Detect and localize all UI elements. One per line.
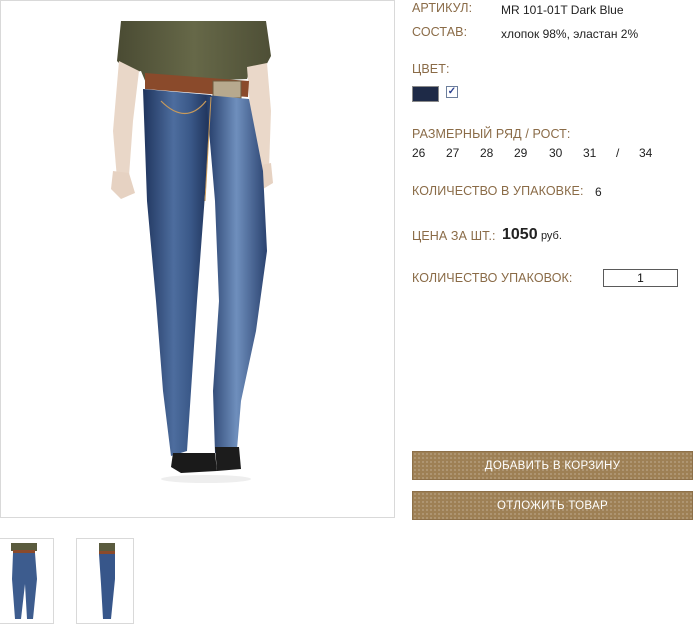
pack-qty-label: КОЛИЧЕСТВО В УПАКОВКЕ: (412, 184, 584, 198)
size-separator: / (616, 146, 620, 160)
size-30: 30 (549, 146, 563, 160)
add-to-cart-button[interactable]: ДОБАВИТЬ В КОРЗИНУ (412, 451, 693, 480)
save-item-button[interactable]: ОТЛОЖИТЬ ТОВАР (412, 491, 693, 520)
article-label: АРТИКУЛ: (412, 1, 473, 15)
article-value: MR 101-01T Dark Blue (501, 3, 624, 17)
color-swatch-dark-blue[interactable] (412, 86, 439, 102)
jeans-front-thumb-illustration (11, 543, 37, 619)
thumbnail-side[interactable] (76, 538, 134, 624)
pack-qty-value: 6 (595, 185, 602, 199)
color-checkbox[interactable]: ✓ (446, 86, 458, 98)
packs-label: КОЛИЧЕСТВО УПАКОВОК: (412, 271, 573, 285)
composition-label: СОСТАВ: (412, 25, 468, 39)
price-value: 1050 (502, 226, 538, 243)
size-27: 27 (446, 146, 460, 160)
sizes-label: РАЗМЕРНЫЙ РЯД / РОСТ: (412, 127, 571, 141)
size-29: 29 (514, 146, 528, 160)
price: 1050 руб. (502, 226, 562, 244)
height-34: 34 (639, 146, 653, 160)
price-label: ЦЕНА ЗА ШТ.: (412, 229, 496, 243)
price-currency: руб. (540, 230, 562, 242)
size-28: 28 (480, 146, 494, 160)
jeans-side-thumb-illustration (99, 543, 115, 619)
size-31: 31 (583, 146, 597, 160)
jeans-photo-illustration (111, 21, 273, 483)
color-label: ЦВЕТ: (412, 62, 450, 76)
size-26: 26 (412, 146, 426, 160)
composition-value: хлопок 98%, эластан 2% (501, 27, 639, 41)
packs-quantity-input[interactable] (603, 269, 678, 287)
thumbnail-front[interactable] (0, 538, 54, 624)
main-product-image[interactable] (0, 0, 395, 518)
